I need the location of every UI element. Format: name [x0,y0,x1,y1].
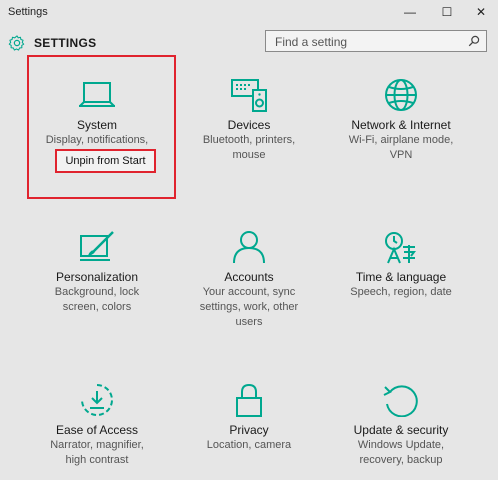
tile-desc-line: recovery, backup [359,454,443,466]
tile-desc-line: users [235,316,263,328]
tile-label: Devices [227,118,271,132]
tile-desc-line: Your account, sync [202,286,296,298]
unpin-from-start-menu-item[interactable]: Unpin from Start [55,149,156,173]
tile-ease-of-access[interactable]: Ease of Access Narrator, magnifier, high… [17,383,177,468]
minimize-button[interactable]: — [393,0,427,24]
tile-label: Network & Internet [351,118,451,132]
devices-icon [231,79,267,112]
time-language-icon [385,232,416,264]
tile-desc-line: mouse [232,149,266,161]
tile-desc-line: screen, colors [62,301,132,313]
person-icon [233,231,265,264]
tile-desc-line: Location, camera [206,439,292,451]
close-button[interactable]: ✕ [464,0,498,24]
lock-icon [236,383,262,417]
unpin-from-start-label: Unpin from Start [65,155,146,167]
globe-icon [385,79,417,111]
tile-desc-line: Windows Update, [357,439,445,451]
paintbrush-icon [80,231,114,261]
tile-desc-line: VPN [389,149,413,161]
window-title: Settings [8,6,48,18]
ease-of-access-icon [81,384,113,416]
tile-label: Accounts [224,270,274,284]
tile-desc-line: Background, lock [54,286,140,298]
tile-devices[interactable]: Devices Bluetooth, printers, mouse [169,78,329,163]
tile-personalization[interactable]: Personalization Background, lock screen,… [17,230,177,315]
tile-desc-line: Speech, region, date [350,286,452,298]
tile-desc-line: Wi-Fi, airplane mode, [348,134,454,146]
tile-network-internet[interactable]: Network & Internet Wi-Fi, airplane mode,… [321,78,481,163]
tile-label: Update & security [353,423,449,437]
tile-label: Ease of Access [55,423,139,437]
tile-label: Personalization [55,270,139,284]
tile-desc-line: settings, work, other [199,301,299,313]
tile-desc-line: Narrator, magnifier, [50,439,144,451]
tile-accounts[interactable]: Accounts Your account, sync settings, wo… [169,230,329,330]
maximize-button[interactable]: ☐ [430,0,464,24]
search-box[interactable] [265,30,487,52]
tile-label: Privacy [229,423,269,437]
search-icon[interactable] [468,35,480,47]
gear-icon [8,35,25,51]
page-title: SETTINGS [34,36,97,50]
system-tile-highlight [27,55,176,199]
tile-update-security[interactable]: Update & security Windows Update, recove… [321,383,481,468]
title-bar: Settings — ☐ ✕ [0,0,498,24]
tile-desc-line: high contrast [65,454,129,466]
tile-privacy[interactable]: Privacy Location, camera [169,383,329,453]
update-icon [383,385,418,417]
tile-time-language[interactable]: Time & language Speech, region, date [321,230,481,300]
tile-desc-line: Bluetooth, printers, [202,134,296,146]
tile-label: Time & language [355,270,447,284]
search-input[interactable] [273,34,457,50]
